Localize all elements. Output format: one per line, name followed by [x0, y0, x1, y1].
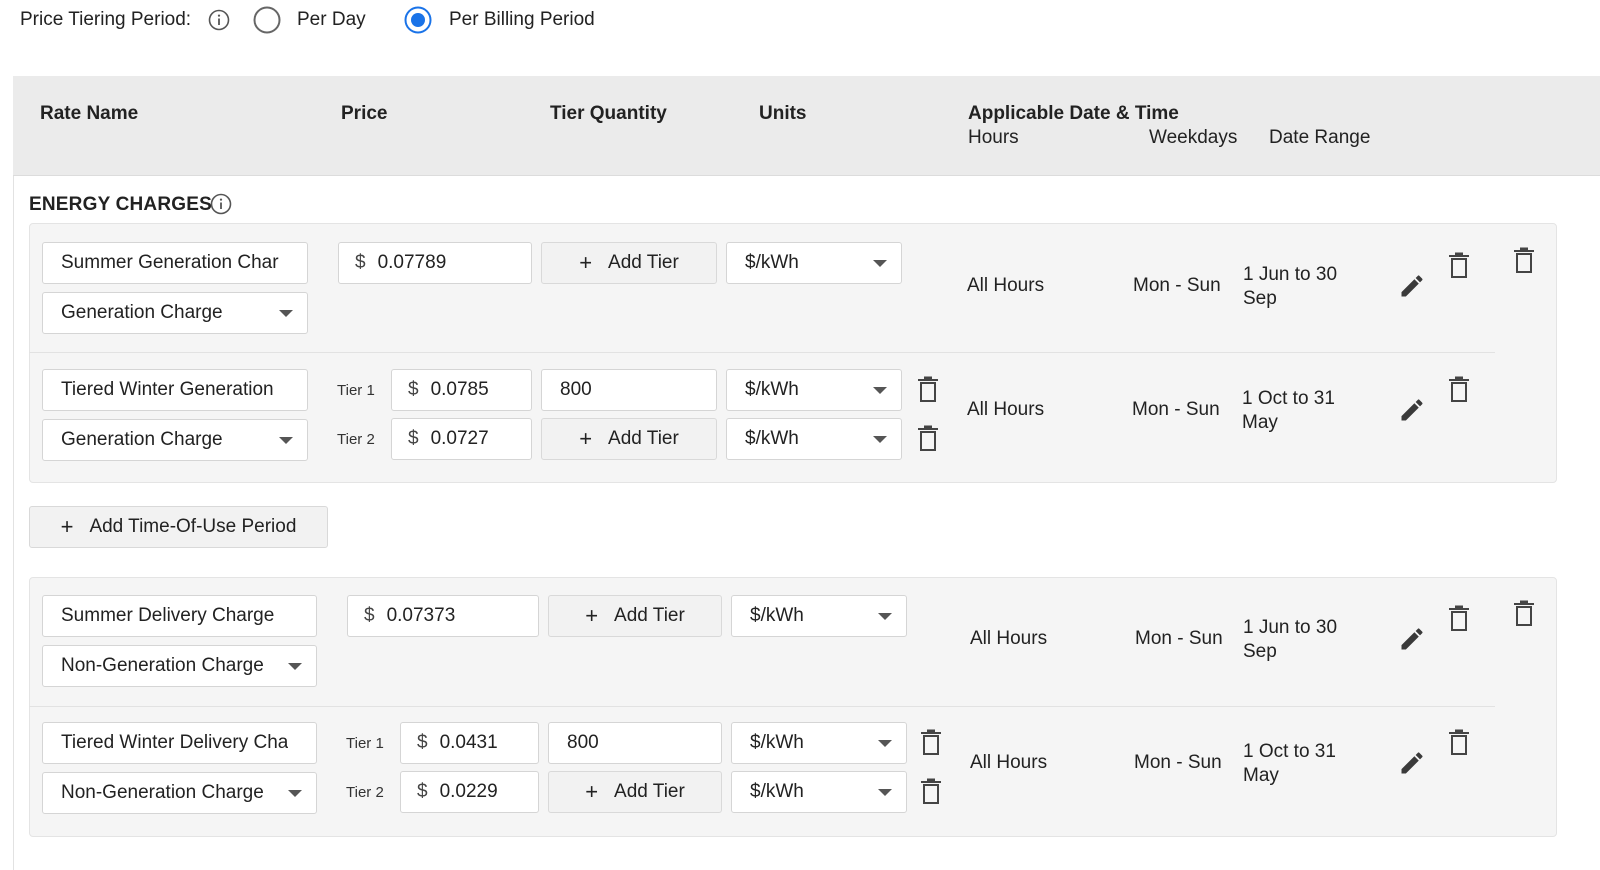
chevron-down-icon — [873, 386, 887, 394]
edit-pencil-icon[interactable] — [1398, 625, 1426, 653]
delete-tier-trash-icon[interactable] — [920, 729, 942, 756]
price-tiering-label: Price Tiering Period: — [20, 9, 192, 30]
weekdays-value: Mon - Sun — [1132, 399, 1220, 420]
row-divider — [29, 706, 1495, 707]
tier-2-price-input[interactable]: $0.0229 — [400, 771, 539, 813]
tier-2-label: Tier 2 — [337, 431, 375, 448]
rate-name-input[interactable]: Tiered Winter Delivery Cha — [42, 722, 317, 764]
rate-name-input[interactable]: Tiered Winter Generation — [42, 369, 308, 411]
radio-per-day-label[interactable]: Per Day — [297, 9, 366, 31]
add-time-of-use-period-button[interactable]: + Add Time-Of-Use Period — [29, 506, 328, 548]
tier-1-units-select[interactable]: $/kWh — [726, 369, 902, 411]
charge-type-select[interactable]: Non-Generation Charge — [42, 645, 317, 687]
currency-symbol: $ — [364, 605, 375, 626]
date-range-value: 1 Oct to 31 May — [1243, 741, 1336, 786]
delete-row-trash-icon[interactable] — [1448, 605, 1470, 632]
delete-group-trash-icon[interactable] — [1513, 600, 1535, 627]
info-icon[interactable] — [210, 193, 232, 215]
charge-type-select[interactable]: Generation Charge — [42, 419, 308, 461]
tier-1-price-input[interactable]: $0.0431 — [400, 722, 539, 764]
tier-2-units-select[interactable]: $/kWh — [726, 418, 902, 460]
hours-value: All Hours — [970, 752, 1048, 773]
delete-row-trash-icon[interactable] — [1448, 252, 1470, 279]
col-date-range: Date Range — [1269, 127, 1371, 148]
delete-tier-trash-icon[interactable] — [917, 425, 939, 452]
chevron-down-icon — [878, 612, 892, 620]
date-range-value: 1 Jun to 30 Sep — [1243, 617, 1338, 662]
radio-per-day[interactable] — [253, 6, 281, 34]
delete-group-trash-icon[interactable] — [1513, 247, 1535, 274]
currency-symbol: $ — [408, 428, 419, 449]
edit-pencil-icon[interactable] — [1398, 749, 1426, 777]
col-units: Units — [759, 103, 807, 124]
date-range-value: 1 Jun to 30 Sep — [1243, 264, 1338, 309]
date-range-value: 1 Oct to 31 May — [1242, 388, 1335, 433]
add-tier-button[interactable]: + Add Tier — [548, 771, 722, 813]
tier-1-quantity-input[interactable]: 800 — [541, 369, 717, 411]
info-icon[interactable] — [208, 9, 230, 31]
tier-1-units-select[interactable]: $/kWh — [731, 722, 907, 764]
delete-row-trash-icon[interactable] — [1448, 376, 1470, 403]
units-select[interactable]: $/kWh — [726, 242, 902, 284]
col-rate-name: Rate Name — [40, 103, 139, 124]
charge-type-select[interactable]: Non-Generation Charge — [42, 772, 317, 814]
chevron-down-icon — [288, 789, 302, 797]
plus-icon: + — [579, 426, 593, 451]
price-input[interactable]: $0.07789 — [338, 242, 532, 284]
chevron-down-icon — [873, 435, 887, 443]
col-hours: Hours — [968, 127, 1019, 148]
add-tier-button[interactable]: + Add Tier — [541, 418, 717, 460]
tier-2-price-input[interactable]: $0.0727 — [391, 418, 532, 460]
add-tier-button[interactable]: + Add Tier — [541, 242, 717, 284]
plus-icon: + — [585, 779, 599, 804]
radio-per-billing-period[interactable] — [404, 6, 432, 34]
edit-pencil-icon[interactable] — [1398, 396, 1426, 424]
currency-symbol: $ — [417, 781, 428, 802]
plus-icon: + — [579, 250, 593, 275]
currency-symbol: $ — [417, 732, 428, 753]
tier-2-units-select[interactable]: $/kWh — [731, 771, 907, 813]
edit-pencil-icon[interactable] — [1398, 272, 1426, 300]
tier-1-label: Tier 1 — [337, 382, 375, 399]
col-applicable-date-time: Applicable Date & Time — [968, 103, 1179, 124]
weekdays-value: Mon - Sun — [1135, 628, 1223, 649]
table-header — [13, 76, 1600, 176]
tier-1-label: Tier 1 — [346, 735, 384, 752]
col-weekdays: Weekdays — [1149, 127, 1238, 148]
chevron-down-icon — [288, 662, 302, 670]
hours-value: All Hours — [967, 275, 1045, 296]
hours-value: All Hours — [967, 399, 1045, 420]
weekdays-value: Mon - Sun — [1133, 275, 1221, 296]
tier-1-quantity-input[interactable]: 800 — [548, 722, 722, 764]
chevron-down-icon — [873, 259, 887, 267]
chevron-down-icon — [279, 309, 293, 317]
charge-type-select[interactable]: Generation Charge — [42, 292, 308, 334]
weekdays-value: Mon - Sun — [1134, 752, 1222, 773]
plus-icon: + — [60, 514, 74, 539]
chevron-down-icon — [279, 436, 293, 444]
energy-charges-title: ENERGY CHARGES — [29, 194, 212, 215]
delete-tier-trash-icon[interactable] — [917, 376, 939, 403]
col-price: Price — [341, 103, 388, 124]
col-tier-quantity: Tier Quantity — [550, 103, 667, 124]
delete-tier-trash-icon[interactable] — [920, 778, 942, 805]
tier-2-label: Tier 2 — [346, 784, 384, 801]
rate-name-input[interactable]: Summer Generation Char — [42, 242, 308, 284]
chevron-down-icon — [878, 739, 892, 747]
tier-1-price-input[interactable]: $0.0785 — [391, 369, 532, 411]
hours-value: All Hours — [970, 628, 1048, 649]
add-tier-button[interactable]: + Add Tier — [548, 595, 722, 637]
currency-symbol: $ — [408, 379, 419, 400]
delete-row-trash-icon[interactable] — [1448, 729, 1470, 756]
row-divider — [29, 352, 1495, 353]
plus-icon: + — [585, 603, 599, 628]
currency-symbol: $ — [355, 252, 366, 273]
radio-per-billing-period-label[interactable]: Per Billing Period — [449, 9, 595, 31]
rate-name-input[interactable]: Summer Delivery Charge — [42, 595, 317, 637]
units-select[interactable]: $/kWh — [731, 595, 907, 637]
price-input[interactable]: $0.07373 — [347, 595, 539, 637]
chevron-down-icon — [878, 788, 892, 796]
